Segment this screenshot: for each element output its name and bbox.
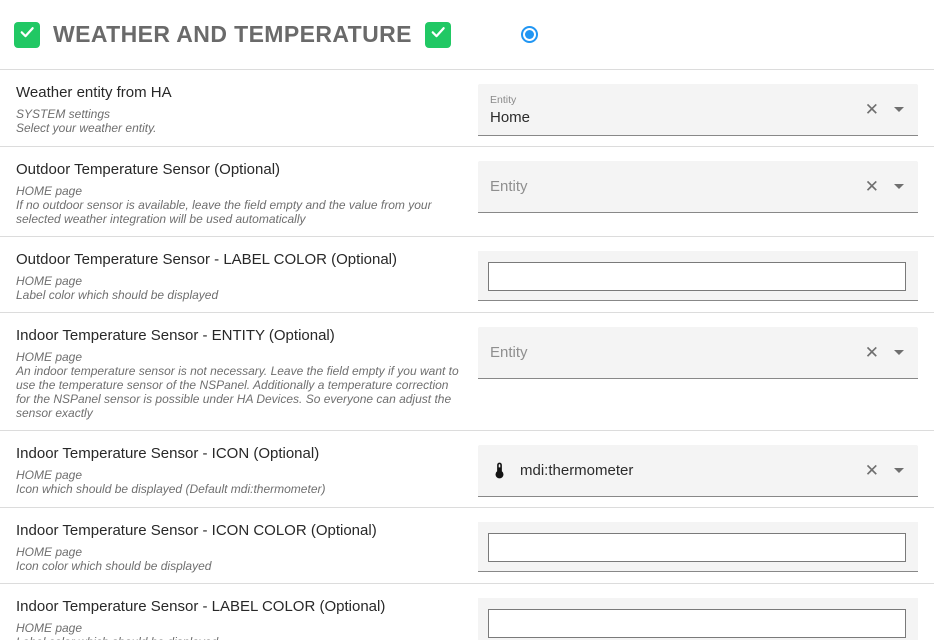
setting-title: Outdoor Temperature Sensor (Optional) <box>16 161 468 178</box>
outdoor-temp-entity-select[interactable]: Entity ✕ <box>478 161 918 213</box>
section-title: WEATHER AND TEMPERATURE <box>53 21 412 48</box>
setting-scope: HOME page <box>16 545 468 559</box>
indoor-temp-entity-select[interactable]: Entity ✕ <box>478 327 918 379</box>
checkmark-icon <box>429 23 447 46</box>
setting-description: If no outdoor sensor is available, leave… <box>16 198 464 226</box>
select-value: mdi:thermometer <box>520 462 633 479</box>
row-weather-entity: Weather entity from HA SYSTEM settings S… <box>0 72 934 147</box>
chevron-down-icon[interactable] <box>894 107 904 112</box>
clear-icon[interactable]: ✕ <box>865 178 879 195</box>
setting-description: Label color which should be displayed <box>16 635 464 640</box>
setting-description: Icon color which should be displayed <box>16 559 464 573</box>
radio-dot-icon <box>525 30 534 39</box>
row-outdoor-label-color: Outdoor Temperature Sensor - LABEL COLOR… <box>0 239 934 313</box>
clear-icon[interactable]: ✕ <box>865 101 879 118</box>
indoor-icon-select[interactable]: mdi:thermometer ✕ <box>478 445 918 497</box>
row-indoor-temp-entity: Indoor Temperature Sensor - ENTITY (Opti… <box>0 315 934 431</box>
outdoor-label-color-input[interactable] <box>488 262 906 291</box>
row-indoor-icon-color: Indoor Temperature Sensor - ICON COLOR (… <box>0 510 934 584</box>
indoor-icon-color-input[interactable] <box>488 533 906 562</box>
section-enabled-checkbox[interactable] <box>14 22 40 48</box>
select-field-label: Entity <box>490 94 865 106</box>
clear-icon[interactable]: ✕ <box>865 344 879 361</box>
setting-scope: HOME page <box>16 274 468 288</box>
row-labels: Indoor Temperature Sensor - LABEL COLOR … <box>16 598 478 640</box>
setting-description: An indoor temperature sensor is not nece… <box>16 364 464 420</box>
chevron-down-icon[interactable] <box>894 350 904 355</box>
setting-scope: HOME page <box>16 468 468 482</box>
setting-title: Outdoor Temperature Sensor - LABEL COLOR… <box>16 251 468 268</box>
select-value: Home <box>490 109 865 126</box>
indoor-icon-color-field <box>478 522 918 572</box>
row-labels: Outdoor Temperature Sensor - LABEL COLOR… <box>16 251 478 302</box>
row-labels: Indoor Temperature Sensor - ENTITY (Opti… <box>16 327 478 420</box>
setting-description: Label color which should be displayed <box>16 288 464 302</box>
row-indoor-icon: Indoor Temperature Sensor - ICON (Option… <box>0 433 934 508</box>
setting-scope: HOME page <box>16 350 468 364</box>
setting-title: Indoor Temperature Sensor - ICON COLOR (… <box>16 522 468 539</box>
setting-scope: HOME page <box>16 621 468 635</box>
chevron-down-icon[interactable] <box>894 184 904 189</box>
thermometer-icon <box>490 461 509 480</box>
section-radio-button[interactable] <box>521 26 538 43</box>
setting-description: Select your weather entity. <box>16 121 464 135</box>
row-indoor-label-color: Indoor Temperature Sensor - LABEL COLOR … <box>0 586 934 640</box>
outdoor-label-color-field <box>478 251 918 301</box>
setting-title: Weather entity from HA <box>16 84 468 101</box>
row-labels: Indoor Temperature Sensor - ICON (Option… <box>16 445 478 496</box>
row-labels: Indoor Temperature Sensor - ICON COLOR (… <box>16 522 478 573</box>
section-secondary-checkbox[interactable] <box>425 22 451 48</box>
select-placeholder: Entity <box>490 178 865 195</box>
setting-title: Indoor Temperature Sensor - LABEL COLOR … <box>16 598 468 615</box>
section-header: WEATHER AND TEMPERATURE <box>0 0 934 70</box>
checkmark-icon <box>18 23 36 46</box>
row-outdoor-temp-entity: Outdoor Temperature Sensor (Optional) HO… <box>0 149 934 237</box>
row-labels: Weather entity from HA SYSTEM settings S… <box>16 84 478 135</box>
row-labels: Outdoor Temperature Sensor (Optional) HO… <box>16 161 478 226</box>
indoor-label-color-field <box>478 598 918 640</box>
setting-scope: SYSTEM settings <box>16 107 468 121</box>
setting-title: Indoor Temperature Sensor - ICON (Option… <box>16 445 468 462</box>
indoor-label-color-input[interactable] <box>488 609 906 638</box>
select-placeholder: Entity <box>490 344 865 361</box>
setting-scope: HOME page <box>16 184 468 198</box>
clear-icon[interactable]: ✕ <box>865 462 879 479</box>
setting-title: Indoor Temperature Sensor - ENTITY (Opti… <box>16 327 468 344</box>
weather-entity-select[interactable]: Entity Home ✕ <box>478 84 918 136</box>
chevron-down-icon[interactable] <box>894 468 904 473</box>
setting-description: Icon which should be displayed (Default … <box>16 482 464 496</box>
